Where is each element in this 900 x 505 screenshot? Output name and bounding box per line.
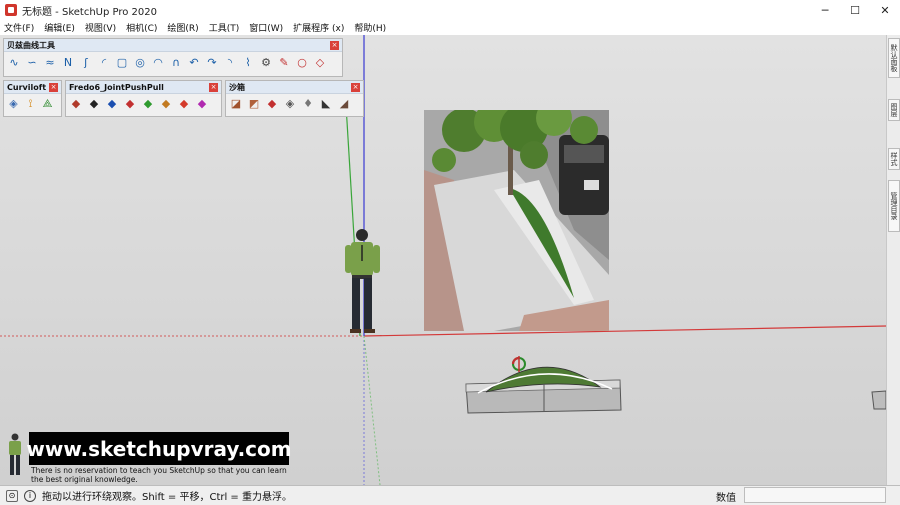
green-axis-negative bbox=[363, 335, 381, 485]
toolbar-close-button[interactable]: × bbox=[49, 82, 58, 92]
menu-extensions[interactable]: 扩展程序 (x) bbox=[293, 21, 344, 34]
watermark-note: There is no reservation to teach you Ske… bbox=[31, 466, 311, 484]
tray-tab-layers[interactable]: 图层 bbox=[888, 99, 900, 121]
measurements-label: 数值 bbox=[716, 493, 736, 504]
tray-tab-default[interactable]: 默认面板 bbox=[888, 38, 900, 78]
arc-icon[interactable]: ◜ bbox=[97, 56, 111, 70]
rectangle-icon[interactable]: ▢ bbox=[115, 56, 129, 70]
f-spline-icon[interactable]: ≈ bbox=[43, 56, 57, 70]
default-tray: 默认面板 图层 样式 管理目录 bbox=[886, 35, 900, 485]
window-controls: ─ ☐ ✕ bbox=[810, 0, 900, 20]
toolbar-close-button[interactable]: × bbox=[351, 82, 360, 92]
menu-edit[interactable]: 编辑(E) bbox=[44, 21, 75, 34]
toolbar-jointpushpull: Fredo6_JointPushPull × ◆ ◆ ◆ ◆ ◆ ◆ ◆ ◆ bbox=[65, 80, 222, 117]
loft-by-spline-icon[interactable]: ◈ bbox=[7, 97, 20, 111]
arc-2-icon[interactable]: ◠ bbox=[151, 56, 165, 70]
scale-figure[interactable] bbox=[345, 229, 380, 333]
bezier-curve-icon[interactable]: ∿ bbox=[7, 56, 21, 70]
loft-along-path-icon[interactable]: ⟟ bbox=[24, 97, 37, 111]
menu-window[interactable]: 窗口(W) bbox=[249, 21, 283, 34]
geo-location-icon[interactable]: ⊙ bbox=[6, 489, 18, 502]
hook-icon[interactable]: ↶ bbox=[187, 56, 201, 70]
skinning-icon[interactable]: ⟁ bbox=[41, 97, 54, 111]
model-viewport[interactable]: 贝兹曲线工具 × ∿ ∽ ≈ N ʃ ◜ ▢ ◎ ◠ ∩ ↶ ↷ ◝ ⌇ ⚙ ✎… bbox=[0, 35, 886, 485]
minimize-button[interactable]: ─ bbox=[810, 0, 840, 20]
toolbar-header[interactable]: 沙箱 × bbox=[226, 81, 363, 94]
circle-icon[interactable]: ◎ bbox=[133, 56, 147, 70]
extrude-icon[interactable]: ◆ bbox=[123, 97, 137, 111]
toolbar-header[interactable]: 贝兹曲线工具 × bbox=[4, 39, 342, 52]
thicken-icon[interactable]: ◆ bbox=[159, 97, 173, 111]
planter-model[interactable] bbox=[465, 366, 622, 414]
add-detail-icon[interactable]: ◣ bbox=[319, 97, 333, 111]
polyline-icon[interactable]: N bbox=[61, 56, 75, 70]
menu-bar: 文件(F) 编辑(E) 视图(V) 相机(C) 绘图(R) 工具(T) 窗口(W… bbox=[0, 20, 900, 35]
reference-photo[interactable] bbox=[424, 110, 609, 331]
menu-camera[interactable]: 相机(C) bbox=[126, 21, 157, 34]
from-contours-icon[interactable]: ◪ bbox=[229, 97, 243, 111]
follow-push-pull-icon[interactable]: ◆ bbox=[141, 97, 155, 111]
return-icon[interactable]: ↷ bbox=[205, 56, 219, 70]
rotate-gizmo-icon[interactable] bbox=[511, 356, 526, 372]
stamp-icon[interactable]: ◈ bbox=[283, 97, 297, 111]
toolbar-title: 贝兹曲线工具 bbox=[7, 40, 55, 50]
joint-push-pull-icon[interactable]: ◆ bbox=[69, 97, 83, 111]
window-title: 无标题 - SketchUp Pro 2020 bbox=[22, 6, 157, 18]
undo-push-pull-icon[interactable]: ◆ bbox=[177, 97, 191, 111]
toolbar-close-button[interactable]: × bbox=[209, 82, 218, 92]
measurements-input[interactable] bbox=[744, 487, 886, 503]
close-button[interactable]: ✕ bbox=[870, 0, 900, 20]
toolbar-close-button[interactable]: × bbox=[330, 40, 339, 50]
tray-tab-styles[interactable]: 样式 bbox=[888, 148, 900, 170]
status-message: 拖动以进行环绕观察。Shift = 平移，Ctrl = 重力悬浮。 bbox=[42, 492, 292, 503]
vector-push-pull-icon[interactable]: ◆ bbox=[87, 97, 101, 111]
menu-draw[interactable]: 绘图(R) bbox=[167, 21, 198, 34]
menu-view[interactable]: 视图(V) bbox=[85, 21, 116, 34]
watermark-url: www.sketchupvray.com bbox=[26, 432, 292, 465]
shape-icon[interactable]: ◇ bbox=[313, 56, 327, 70]
title-bar: 无标题 - SketchUp Pro 2020 ─ ☐ ✕ bbox=[0, 0, 900, 20]
loop-icon[interactable]: ○ bbox=[295, 56, 309, 70]
curve-icon[interactable]: ∩ bbox=[169, 56, 183, 70]
normal-push-pull-icon[interactable]: ◆ bbox=[105, 97, 119, 111]
drape-icon[interactable]: ♦ bbox=[301, 97, 315, 111]
tray-tab-outliner[interactable]: 管理目录 bbox=[888, 180, 900, 232]
watermark-note-line: the best original knowledge. bbox=[31, 475, 138, 484]
menu-file[interactable]: 文件(F) bbox=[4, 21, 34, 34]
sketchup-window: 无标题 - SketchUp Pro 2020 ─ ☐ ✕ 文件(F) 编辑(E… bbox=[0, 0, 900, 505]
redo-push-pull-icon[interactable]: ◆ bbox=[195, 97, 209, 111]
info-icon[interactable]: i bbox=[24, 489, 36, 502]
b-spline-icon[interactable]: ʃ bbox=[79, 56, 93, 70]
toolbar-bezier: 贝兹曲线工具 × ∿ ∽ ≈ N ʃ ◜ ▢ ◎ ◠ ∩ ↶ ↷ ◝ ⌇ ⚙ ✎… bbox=[3, 38, 343, 77]
watermark-note-line: There is no reservation to teach you Ske… bbox=[31, 466, 287, 475]
sketchup-logo-icon bbox=[5, 4, 17, 16]
toolbar-title: Curviloft bbox=[7, 82, 47, 92]
spline-curve-icon[interactable]: ∽ bbox=[25, 56, 39, 70]
flip-edge-icon[interactable]: ◢ bbox=[337, 97, 351, 111]
from-scratch-icon[interactable]: ◩ bbox=[247, 97, 261, 111]
toolbar-title: Fredo6_JointPushPull bbox=[69, 82, 164, 92]
toolbar-header[interactable]: Fredo6_JointPushPull × bbox=[66, 81, 221, 94]
toolbar-curviloft: Curviloft × ◈ ⟟ ⟁ bbox=[3, 80, 62, 117]
maximize-button[interactable]: ☐ bbox=[840, 0, 870, 20]
toolbar-title: 沙箱 bbox=[229, 82, 245, 92]
mini-figure bbox=[9, 433, 21, 475]
toolbar-header[interactable]: Curviloft × bbox=[4, 81, 61, 94]
settings-gear-icon[interactable]: ⚙ bbox=[259, 56, 273, 70]
semi-arc-icon[interactable]: ◝ bbox=[223, 56, 237, 70]
menu-help[interactable]: 帮助(H) bbox=[354, 21, 386, 34]
menu-tools[interactable]: 工具(T) bbox=[209, 21, 240, 34]
wave-icon[interactable]: ⌇ bbox=[241, 56, 255, 70]
wrench-icon[interactable]: ✎ bbox=[277, 56, 291, 70]
toolbar-sandbox: 沙箱 × ◪ ◩ ◆ ◈ ♦ ◣ ◢ bbox=[225, 80, 364, 117]
partial-object[interactable] bbox=[871, 390, 886, 410]
smoove-icon[interactable]: ◆ bbox=[265, 97, 279, 111]
